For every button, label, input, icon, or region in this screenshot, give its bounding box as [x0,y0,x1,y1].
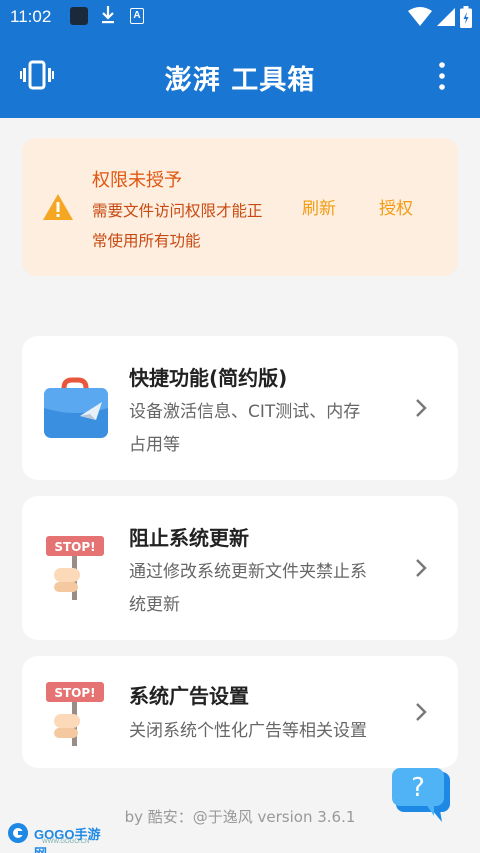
signal-icon [437,8,455,26]
a-icon: A [130,8,144,24]
card-description-line: 占用等 [129,435,180,455]
alert-description-line: 需要文件访问权限才能正 [92,202,263,220]
card-description-line: 统更新 [129,595,180,615]
alert-description-line: 常使用所有功能 [92,232,201,250]
stop-sign-text: STOP! [54,686,95,700]
card-title: 快捷功能(简约版) [129,366,288,390]
gogo-logo-icon [8,823,28,843]
refresh-button[interactable]: 刷新 [302,196,336,222]
briefcase-icon [44,377,108,438]
stop-sign-icon: STOP! [46,682,104,746]
card-quick-functions[interactable]: 快捷功能(简约版) 设备激活信息、CIT测试、内存 占用等 [22,336,458,480]
app-bar: 澎湃 工具箱 [0,34,480,118]
chevron-right-icon [416,703,427,721]
stop-sign-icon: STOP! [46,536,104,600]
battery-icon [460,6,472,28]
help-label: ? [411,773,425,803]
alert-description: 需要文件访问权限才能正 常使用所有功能 [92,196,292,256]
more-vert-icon[interactable] [432,60,452,92]
status-time: 11:02 [10,7,52,26]
stop-sign-text: STOP! [54,540,95,554]
card-title: 系统广告设置 [129,684,249,708]
card-title: 阻止系统更新 [129,526,249,550]
permission-alert: 权限未授予 需要文件访问权限才能正 常使用所有功能 刷新 授权 [22,138,458,276]
chevron-right-icon [416,399,427,417]
card-block-updates[interactable]: STOP! 阻止系统更新 通过修改系统更新文件夹禁止系 统更新 [22,496,458,640]
card-ad-settings[interactable]: STOP! 系统广告设置 关闭系统个性化广告等相关设置 [22,656,458,768]
card-description: 通过修改系统更新文件夹禁止系 统更新 [129,556,409,622]
gogo-watermark-logo: GOGO手游网 WWW.GOGO.CN [6,820,106,853]
status-bar: 11:02 A [0,0,480,34]
help-bubble-icon[interactable]: ? [390,766,454,826]
download-icon [102,6,114,24]
grant-button[interactable]: 授权 [379,196,413,222]
card-description-line: 设备激活信息、CIT测试、内存 [129,402,361,422]
wifi-icon [408,7,432,26]
card-description: 关闭系统个性化广告等相关设置 [129,715,409,748]
card-description-line: 关闭系统个性化广告等相关设置 [129,721,367,741]
warning-icon [43,194,73,220]
chevron-right-icon [416,559,427,577]
card-description: 设备激活信息、CIT测试、内存 占用等 [129,396,409,462]
alert-title: 权限未授予 [92,170,182,191]
app-title: 澎湃 工具箱 [164,65,316,96]
app-square-icon [70,7,88,25]
watermark-sub: WWW.GOGO.CN [42,839,90,845]
card-description-line: 通过修改系统更新文件夹禁止系 [129,562,367,582]
